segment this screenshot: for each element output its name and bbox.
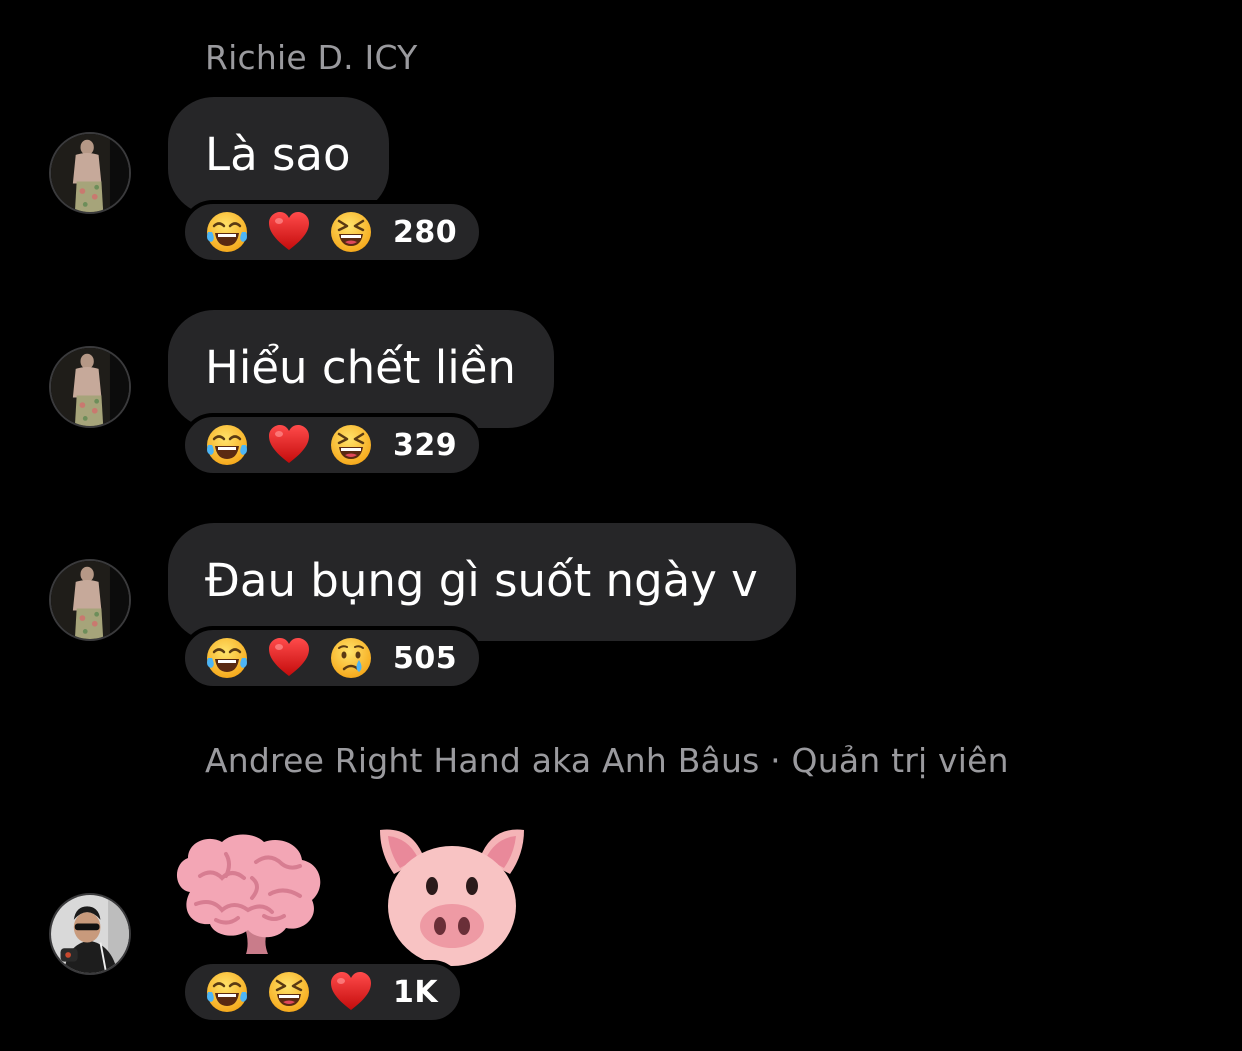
laughing-tears-emoji-icon [205,636,249,680]
avatar-richie[interactable] [49,132,131,214]
pig-emoji-icon[interactable] [374,824,530,970]
reactions-pill[interactable]: 280 [181,200,484,264]
reactions-pill[interactable]: 505 [181,626,484,690]
reactions-pill[interactable]: 1K [181,960,465,1024]
sender-name-andree[interactable]: Andree Right Hand aka Anh Bâus · Quản tr… [205,741,1009,780]
message-bubble[interactable]: Hiểu chết liền [168,310,554,428]
avatar-andree[interactable] [49,893,131,975]
brain-emoji-icon[interactable] [170,832,330,957]
sender-name-richie[interactable]: Richie D. ICY [205,38,417,77]
grinning-squint-emoji-icon [329,210,373,254]
message-text: Là sao [205,128,351,181]
grinning-squint-emoji-icon [267,970,311,1014]
message-bubble[interactable]: Đau bụng gì suốt ngày v [168,523,796,641]
message-text: Hiểu chết liền [205,341,516,394]
red-heart-emoji-icon [329,970,373,1014]
laughing-tears-emoji-icon [205,423,249,467]
message-bubble[interactable]: Là sao [168,97,389,215]
laughing-tears-emoji-icon [205,210,249,254]
reaction-count: 505 [393,640,458,676]
message-text: Đau bụng gì suốt ngày v [205,554,758,607]
reactions-pill[interactable]: 329 [181,413,484,477]
avatar-richie[interactable] [49,346,131,428]
reaction-count: 280 [393,214,458,250]
red-heart-emoji-icon [267,423,311,467]
red-heart-emoji-icon [267,636,311,680]
avatar-richie[interactable] [49,559,131,641]
reaction-count: 1K [393,974,439,1010]
grinning-squint-emoji-icon [329,423,373,467]
crying-face-emoji-icon [329,636,373,680]
laughing-tears-emoji-icon [205,970,249,1014]
reaction-count: 329 [393,427,458,463]
red-heart-emoji-icon [267,210,311,254]
